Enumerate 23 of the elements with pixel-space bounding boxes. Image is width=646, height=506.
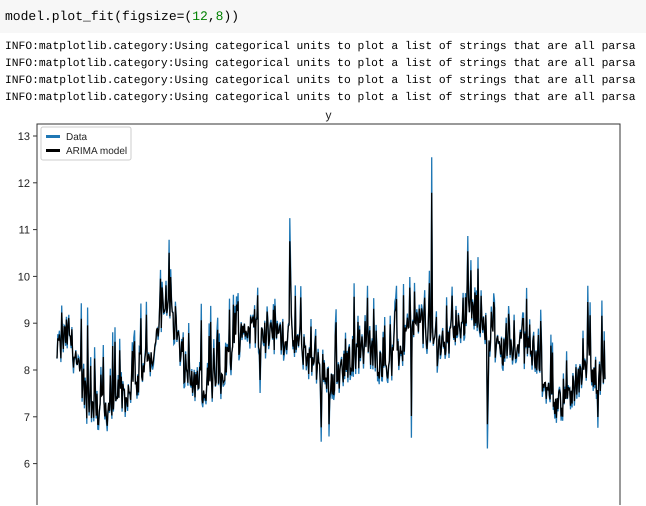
y-tick-label: 8: [24, 365, 30, 377]
tick-mark: [32, 182, 38, 184]
y-tick-label: 7: [24, 412, 30, 424]
output-line: INFO:matplotlib.category:Using categorical units to plot a list of strings that are all parsa: [5, 74, 636, 89]
tick-mark: [32, 322, 38, 324]
output-line: INFO:matplotlib.category:Using categorical units to plot a list of strings that are all parsa: [5, 90, 636, 106]
chart-title: y: [326, 109, 332, 122]
y-tick-label: 11: [18, 224, 30, 237]
y-tick-label: 9: [24, 318, 30, 330]
tick-mark: [32, 276, 38, 277]
code-cell[interactable]: model.plot_fit(figsize=(12,8)): [0, 0, 646, 33]
output-line: INFO:matplotlib.category:Using categorical units to plot a list of strings that are all parsa: [5, 40, 636, 55]
code-line: model.plot_fit(figsize=(12,8)): [5, 8, 240, 26]
tick-mark: [32, 463, 38, 464]
legend-label: ARIMA model: [66, 146, 128, 157]
legend-label: Data: [66, 132, 88, 143]
tick-mark: [32, 229, 38, 230]
y-tick-label: 6: [24, 458, 30, 471]
output-line: INFO:matplotlib.category:Using categorical units to plot a list of strings that are all parsa: [5, 56, 636, 72]
tick-mark: [32, 416, 38, 418]
y-tick-label: 13: [18, 131, 30, 143]
y-tick-label: 10: [18, 271, 30, 284]
y-tick-label: 12: [18, 178, 30, 190]
